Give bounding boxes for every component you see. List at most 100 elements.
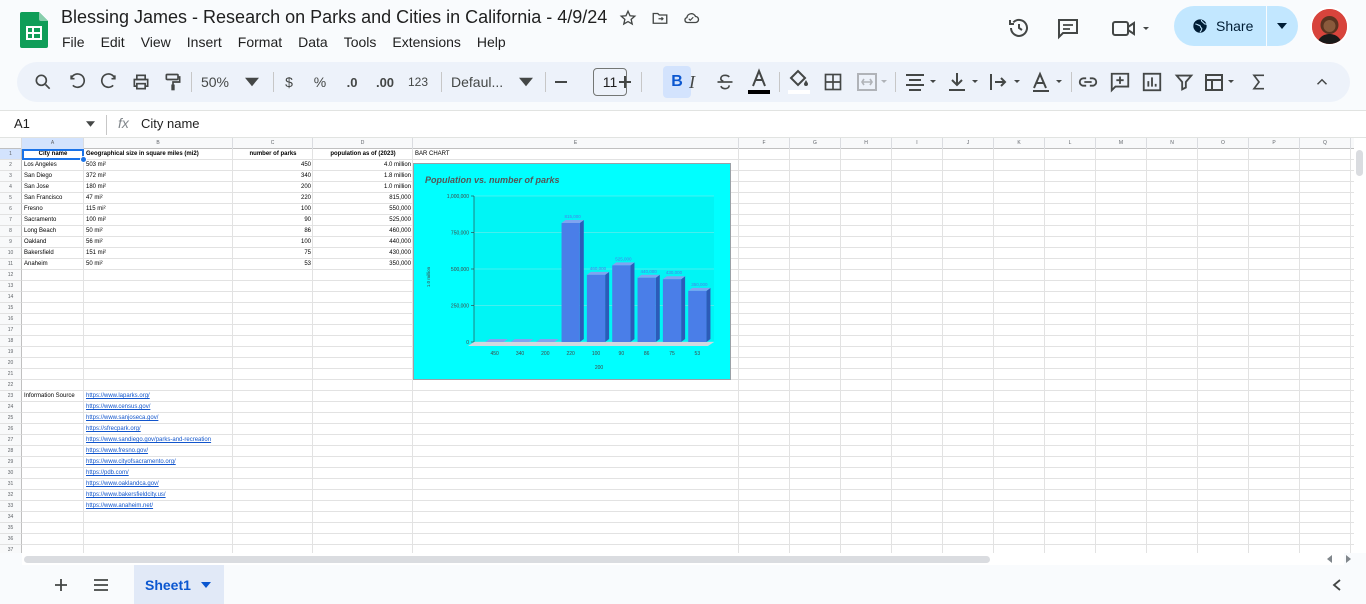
source-label-cell[interactable]: Information Source (22, 391, 84, 402)
insert-chart-icon[interactable] (1141, 70, 1163, 94)
share-button[interactable]: Share (1174, 6, 1298, 46)
currency-format-button[interactable]: $ (281, 70, 297, 94)
row-header-25[interactable]: 25 (0, 413, 22, 424)
star-icon[interactable] (619, 9, 637, 27)
font-caret-icon[interactable] (519, 70, 533, 94)
table-cell[interactable]: 50 mi² (84, 259, 233, 270)
column-header-p[interactable]: P (1249, 138, 1300, 149)
row-header-24[interactable]: 24 (0, 402, 22, 413)
add-sheet-icon[interactable] (53, 577, 69, 593)
sheet-tab-caret-icon[interactable] (200, 581, 211, 588)
row-header-7[interactable]: 7 (0, 215, 22, 226)
paint-format-icon[interactable] (163, 70, 183, 94)
table-cell[interactable]: 86 (233, 226, 313, 237)
row-header-21[interactable]: 21 (0, 369, 22, 380)
table-cell[interactable]: San Diego (22, 171, 84, 182)
menu-format[interactable]: Format (238, 34, 290, 50)
source-link[interactable]: https://www.cityofsacramento.org/ (84, 457, 233, 468)
row-header-12[interactable]: 12 (0, 270, 22, 281)
row-header-8[interactable]: 8 (0, 226, 22, 237)
row-header-10[interactable]: 10 (0, 248, 22, 259)
insert-comment-icon[interactable] (1109, 70, 1131, 94)
row-header-2[interactable]: 2 (0, 160, 22, 171)
document-title[interactable]: Blessing James - Research on Parks and C… (61, 7, 607, 28)
table-cell[interactable]: 100 mi² (84, 215, 233, 226)
table-cell[interactable]: 50 mi² (84, 226, 233, 237)
source-link[interactable]: https://pdb.com/ (84, 468, 233, 479)
row-header-31[interactable]: 31 (0, 479, 22, 490)
column-header-m[interactable]: M (1096, 138, 1147, 149)
row-header-28[interactable]: 28 (0, 446, 22, 457)
row-header-26[interactable]: 26 (0, 424, 22, 435)
menu-edit[interactable]: Edit (101, 34, 133, 50)
table-cell[interactable]: 200 (233, 182, 313, 193)
version-history-icon[interactable] (1007, 16, 1031, 40)
row-header-18[interactable]: 18 (0, 336, 22, 347)
table-cell[interactable]: 220 (233, 193, 313, 204)
zoom-value[interactable]: 50% (197, 70, 233, 94)
column-header-g[interactable]: G (790, 138, 841, 149)
menu-file[interactable]: File (62, 34, 93, 50)
table-cell[interactable]: Long Beach (22, 226, 84, 237)
source-link[interactable]: https://www.census.gov/ (84, 402, 233, 413)
functions-icon[interactable] (1249, 70, 1269, 94)
filter-icon[interactable] (1173, 70, 1195, 94)
table-cell[interactable]: 75 (233, 248, 313, 259)
borders-icon[interactable] (823, 70, 843, 94)
column-header-k[interactable]: K (994, 138, 1045, 149)
select-all-corner[interactable] (0, 138, 22, 149)
comments-icon[interactable] (1056, 16, 1080, 40)
table-cell[interactable]: 440,000 (313, 237, 413, 248)
menu-insert[interactable]: Insert (187, 34, 230, 50)
column-header-a[interactable]: A (22, 138, 84, 149)
vertical-scroll-thumb[interactable] (1356, 150, 1363, 176)
table-cell[interactable]: 151 mi² (84, 248, 233, 259)
chart-label-cell[interactable]: BAR CHART (413, 149, 739, 160)
table-cell[interactable]: Bakersfield (22, 248, 84, 259)
table-cell[interactable]: Los Angeles (22, 160, 84, 171)
row-header-33[interactable]: 33 (0, 501, 22, 512)
row-header-32[interactable]: 32 (0, 490, 22, 501)
table-cell[interactable]: 1.0 million (313, 182, 413, 193)
source-link[interactable]: https://www.laparks.org/ (84, 391, 233, 402)
all-sheets-icon[interactable] (92, 577, 110, 593)
menu-help[interactable]: Help (477, 34, 514, 50)
text-wrapping-icon[interactable] (987, 70, 1023, 94)
table-cell[interactable]: 340 (233, 171, 313, 182)
row-header-16[interactable]: 16 (0, 314, 22, 325)
avatar[interactable] (1310, 7, 1349, 46)
share-options-caret[interactable] (1267, 23, 1297, 29)
table-cell[interactable]: 525,000 (313, 215, 413, 226)
table-cell[interactable]: Oakland (22, 237, 84, 248)
font-family-select[interactable]: Defaul... (451, 70, 513, 94)
row-header-34[interactable]: 34 (0, 512, 22, 523)
menu-extensions[interactable]: Extensions (392, 34, 468, 50)
source-link[interactable]: https://www.bakersfieldcity.us/ (84, 490, 233, 501)
row-header-17[interactable]: 17 (0, 325, 22, 336)
table-cell[interactable]: 100 (233, 237, 313, 248)
header-cell[interactable]: Geographical size in square miles (mi2) (84, 149, 233, 160)
sheets-logo-icon[interactable] (20, 12, 48, 48)
table-cell[interactable]: Sacramento (22, 215, 84, 226)
row-header-29[interactable]: 29 (0, 457, 22, 468)
row-header-14[interactable]: 14 (0, 292, 22, 303)
row-header-20[interactable]: 20 (0, 358, 22, 369)
name-box-caret-icon[interactable] (86, 121, 95, 127)
undo-icon[interactable] (67, 70, 87, 94)
table-cell[interactable]: 90 (233, 215, 313, 226)
menu-tools[interactable]: Tools (344, 34, 385, 50)
side-panel-toggle-icon[interactable] (1332, 579, 1342, 591)
column-header-f[interactable]: F (739, 138, 790, 149)
header-cell[interactable]: population as of (2023) (313, 149, 413, 160)
column-header-q[interactable]: Q (1300, 138, 1351, 149)
row-header-13[interactable]: 13 (0, 281, 22, 292)
table-cell[interactable]: 450 (233, 160, 313, 171)
source-link[interactable]: https://www.sanjoseca.gov/ (84, 413, 233, 424)
table-cell[interactable]: 350,000 (313, 259, 413, 270)
column-header-d[interactable]: D (313, 138, 413, 149)
menu-data[interactable]: Data (298, 34, 336, 50)
source-link[interactable]: https://www.fresno.gov/ (84, 446, 233, 457)
name-box[interactable]: A1 (14, 116, 30, 131)
table-cell[interactable]: Fresno (22, 204, 84, 215)
print-icon[interactable] (131, 70, 151, 94)
